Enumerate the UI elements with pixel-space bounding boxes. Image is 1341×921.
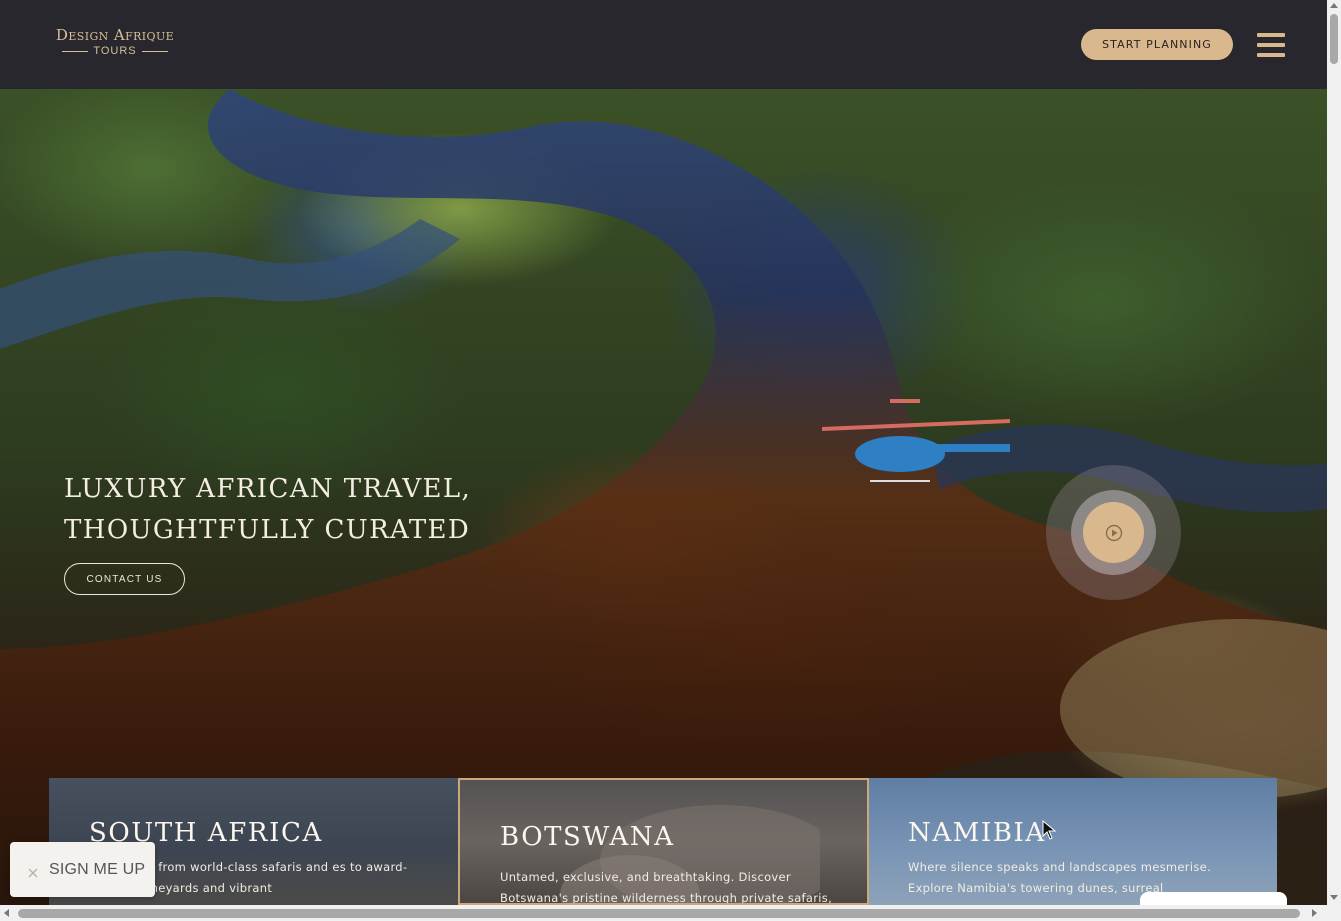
- vertical-scrollbar[interactable]: [1327, 0, 1341, 905]
- start-planning-button[interactable]: START PLANNING: [1081, 29, 1233, 60]
- hamburger-menu-icon[interactable]: [1257, 31, 1285, 59]
- logo-wordmark: Design Afrique: [55, 26, 175, 44]
- destination-title: BOTSWANA: [500, 822, 675, 852]
- scroll-right-arrow-icon[interactable]: [1312, 909, 1317, 917]
- sign-me-up-widget[interactable]: SIGN ME UP: [10, 842, 155, 897]
- logo-subline: TOURS: [45, 45, 185, 57]
- scroll-up-arrow-icon[interactable]: [1330, 3, 1338, 8]
- horizontal-scroll-thumb[interactable]: [18, 909, 1300, 918]
- hero-title-line2: THOUGHTFULLY CURATED: [64, 515, 471, 545]
- logo-subtext: TOURS: [93, 45, 137, 57]
- mouse-pointer-icon: [1042, 820, 1057, 840]
- hero-title-line1: LUXURY AFRICAN TRAVEL,: [64, 474, 472, 504]
- destination-card-namibia[interactable]: NAMIBIA Where silence speaks and landsca…: [869, 778, 1277, 905]
- play-circle-icon: [1105, 524, 1122, 541]
- hero-title: LUXURY AFRICAN TRAVEL, THOUGHTFULLY CURA…: [64, 469, 471, 551]
- close-icon[interactable]: [27, 864, 39, 877]
- scroll-left-arrow-icon[interactable]: [4, 909, 9, 917]
- destination-card-botswana[interactable]: BOTSWANA Untamed, exclusive, and breatht…: [458, 778, 869, 905]
- logo-rule-right: [141, 50, 168, 52]
- destination-title: NAMIBIA: [908, 818, 1046, 848]
- logo-rule-left: [62, 50, 89, 52]
- contact-us-button[interactable]: CONTACT US: [64, 563, 185, 595]
- helicopter-graphic: [821, 399, 1011, 482]
- destination-cards: SOUTH AFRICA ontrasts — from world-class…: [49, 778, 1277, 905]
- play-video-button[interactable]: [1083, 502, 1144, 563]
- scroll-down-arrow-icon[interactable]: [1330, 895, 1338, 900]
- horizontal-scrollbar[interactable]: [0, 905, 1341, 921]
- sign-me-up-label: SIGN ME UP: [49, 860, 146, 878]
- vertical-scroll-thumb[interactable]: [1330, 14, 1338, 64]
- site-header: Design Afrique TOURS START PLANNING: [0, 0, 1327, 89]
- site-logo[interactable]: Design Afrique TOURS: [45, 26, 185, 57]
- destination-description: Untamed, exclusive, and breathtaking. Di…: [500, 870, 833, 905]
